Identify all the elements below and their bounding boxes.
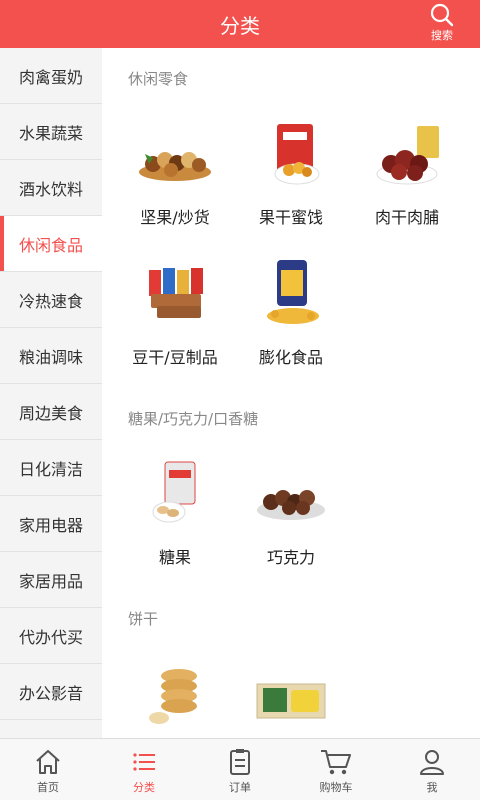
- order-icon: [230, 749, 250, 775]
- category-biscuit-item[interactable]: [117, 656, 233, 738]
- sidebar-item-instant-food[interactable]: 冷热速食: [0, 272, 102, 328]
- category-jerky[interactable]: 肉干肉脯: [349, 116, 465, 228]
- sidebar-item-home-goods[interactable]: 家居用品: [0, 552, 102, 608]
- bottom-tab-bar: 首页 分类 订单 购物车 我: [0, 738, 480, 800]
- category-label: 果干蜜饯: [258, 208, 323, 227]
- category-label: 肉干肉脯: [374, 208, 439, 227]
- category-dried-fruit[interactable]: 果干蜜饯: [233, 116, 349, 228]
- tab-label: 购物车: [319, 781, 353, 794]
- tofu-snack-image: [135, 256, 215, 336]
- category-chocolate[interactable]: 巧克力: [233, 456, 349, 568]
- search-label: 搜索: [431, 29, 453, 42]
- section-title-candy-chocolate: 糖果/巧克力/口香糖: [128, 410, 259, 428]
- puffed-snack-image: [251, 256, 331, 336]
- tab-label: 首页: [37, 781, 59, 794]
- page-title: 分类: [220, 14, 260, 38]
- sidebar-item-cleaning[interactable]: 日化清洁: [0, 440, 102, 496]
- tab-label: 分类: [133, 781, 155, 794]
- sidebar-item-local-food[interactable]: 周边美食: [0, 384, 102, 440]
- list-icon: [133, 753, 155, 771]
- candy-image: [135, 456, 215, 536]
- tab-me[interactable]: 我: [384, 739, 480, 800]
- category-cake-item[interactable]: [233, 656, 349, 738]
- nuts-image: [135, 116, 215, 196]
- sidebar-item-more[interactable]: [0, 720, 102, 738]
- category-label: 糖果: [158, 548, 191, 567]
- sidebar-item-snacks[interactable]: 休闲食品: [0, 216, 102, 272]
- category-content: 休闲零食 坚果/炒货 果干蜜饯 肉干肉脯 豆干/豆制品 膨化食品 糖果/巧克力/…: [102, 48, 480, 738]
- tab-label: 我: [426, 781, 438, 794]
- category-candy[interactable]: 糖果: [117, 456, 233, 568]
- tab-cart[interactable]: 购物车: [288, 739, 384, 800]
- cake-box-image: [251, 656, 331, 736]
- jerky-image: [367, 116, 447, 196]
- tab-orders[interactable]: 订单: [192, 739, 288, 800]
- section-title-biscuits: 饼干: [128, 610, 159, 628]
- cart-icon: [321, 750, 351, 775]
- sidebar-item-drinks[interactable]: 酒水饮料: [0, 160, 102, 216]
- category-tofu-snacks[interactable]: 豆干/豆制品: [117, 256, 233, 368]
- sidebar-item-grain-oil[interactable]: 粮油调味: [0, 328, 102, 384]
- category-nuts[interactable]: 坚果/炒货: [117, 116, 233, 228]
- sidebar-item-errands[interactable]: 代办代买: [0, 608, 102, 664]
- sidebar-item-fruit-vegetables[interactable]: 水果蔬菜: [0, 104, 102, 160]
- section-title-snacks: 休闲零食: [128, 70, 189, 88]
- top-header: 分类 搜索: [0, 0, 480, 48]
- sidebar-item-meat-eggs-dairy[interactable]: 肉禽蛋奶: [0, 48, 102, 104]
- category-sidebar: 肉禽蛋奶 水果蔬菜 酒水饮料 休闲食品 冷热速食 粮油调味 周边美食 日化清洁 …: [0, 48, 102, 738]
- home-icon: [36, 750, 60, 774]
- dried-fruit-image: [251, 116, 331, 196]
- tab-home[interactable]: 首页: [0, 739, 96, 800]
- category-label: 巧克力: [266, 548, 315, 567]
- biscuit-stack-image: [135, 656, 215, 736]
- sidebar-item-appliances[interactable]: 家用电器: [0, 496, 102, 552]
- sidebar-item-office-media[interactable]: 办公影音: [0, 664, 102, 720]
- category-label: 膨化食品: [258, 348, 323, 367]
- tab-category[interactable]: 分类: [96, 739, 192, 800]
- search-button[interactable]: 搜索: [418, 2, 466, 46]
- chocolate-image: [251, 456, 331, 536]
- category-label: 豆干/豆制品: [132, 348, 218, 367]
- tab-label: 订单: [229, 781, 251, 794]
- category-label: 坚果/炒货: [140, 208, 210, 227]
- category-puffed-snacks[interactable]: 膨化食品: [233, 256, 349, 368]
- search-icon: [430, 3, 454, 27]
- user-icon: [420, 750, 444, 775]
